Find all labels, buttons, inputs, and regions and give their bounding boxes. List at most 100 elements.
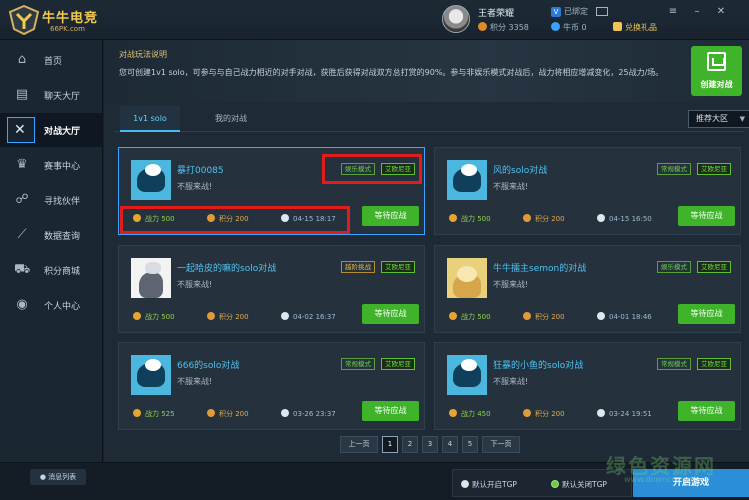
battle-time-value: 03-24 19:51 bbox=[609, 410, 652, 418]
power-icon bbox=[449, 409, 457, 417]
battle-time-value: 03-26 23:37 bbox=[293, 410, 336, 418]
battle-time: 03-26 23:37 bbox=[281, 409, 336, 418]
sidebar-item-label: 赛事中心 bbox=[44, 162, 81, 172]
score-icon bbox=[523, 312, 531, 320]
battle-title[interactable]: 一起哈皮的嘛的solo对战 bbox=[177, 261, 276, 274]
user-score-value: 积分 3358 bbox=[490, 23, 529, 32]
user-avatar[interactable] bbox=[442, 5, 470, 33]
sidebar-item-data[interactable]: ⟋ 数据查询 bbox=[0, 218, 102, 252]
tgp-on-radio[interactable]: 默认开启TGP bbox=[461, 479, 517, 490]
menu-icon[interactable]: ≡ bbox=[666, 5, 680, 19]
verified-icon: V bbox=[551, 7, 561, 17]
page-2-button[interactable]: 2 bbox=[402, 436, 418, 453]
minimize-icon[interactable]: – bbox=[690, 5, 704, 19]
score-icon bbox=[207, 409, 215, 417]
gift-link[interactable]: 兑换礼品 bbox=[613, 22, 657, 33]
wait-challenge-button[interactable]: 等待应战 bbox=[678, 401, 735, 421]
mode-badge: 常规模式 bbox=[657, 358, 691, 370]
bull-avatar bbox=[131, 160, 171, 200]
page-5-button[interactable]: 5 bbox=[462, 436, 478, 453]
next-page-button[interactable]: 下一页 bbox=[482, 436, 520, 453]
battle-title[interactable]: 666的solo对战 bbox=[177, 358, 239, 371]
mail-icon[interactable] bbox=[596, 7, 608, 16]
handshake-icon: ☍ bbox=[15, 192, 29, 207]
clock-icon bbox=[281, 312, 289, 320]
sidebar-item-label: 数据查询 bbox=[44, 232, 81, 242]
score-icon bbox=[523, 409, 531, 417]
mode-badge: 越阶挑战 bbox=[341, 261, 375, 273]
sidebar-item-home[interactable]: ⌂ 首页 bbox=[0, 43, 102, 77]
battle-card[interactable]: 牛牛擂主semon的对战 不服来战! 娱乐模式 艾欧尼亚 战力 500 积分 2… bbox=[434, 245, 741, 333]
sidebar-item-mall[interactable]: ⛟ 积分商城 bbox=[0, 253, 102, 287]
create-battle-button[interactable]: 创建对战 bbox=[691, 46, 742, 96]
trophy-icon: ♛ bbox=[16, 157, 28, 172]
battle-card[interactable]: 风的solo对战 不服来战! 常规模式 艾欧尼亚 战力 500 积分 200 0… bbox=[434, 147, 741, 235]
power-icon bbox=[133, 312, 141, 320]
logo-shield-icon bbox=[8, 5, 40, 35]
wait-challenge-button[interactable]: 等待应战 bbox=[678, 304, 735, 324]
close-icon[interactable]: ✕ bbox=[714, 5, 728, 19]
sidebar-item-partners[interactable]: ☍ 寻找伙伴 bbox=[0, 183, 102, 217]
logo-domain: 66PK.com bbox=[50, 25, 85, 33]
chart-icon: ⟋ bbox=[17, 227, 27, 242]
server-badge: 艾欧尼亚 bbox=[697, 261, 731, 273]
message-list-button[interactable]: ● 消息列表 bbox=[30, 469, 86, 485]
battle-card[interactable]: 狂暴的小鱼的solo对战 不服来战! 常规模式 艾欧尼亚 战力 450 积分 2… bbox=[434, 342, 741, 430]
sidebar-item-battle[interactable]: ✕ 对战大厅 bbox=[0, 113, 102, 147]
prev-page-button[interactable]: 上一页 bbox=[340, 436, 378, 453]
battle-power: 战力 500 bbox=[449, 312, 491, 322]
mode-badge: 常规模式 bbox=[657, 163, 691, 175]
sidebar-item-chat[interactable]: ▤ 聊天大厅 bbox=[0, 78, 102, 112]
tab-solo[interactable]: 1v1 solo bbox=[120, 106, 180, 132]
server-badge: 艾欧尼亚 bbox=[697, 163, 731, 175]
battle-title[interactable]: 风的solo对战 bbox=[493, 163, 547, 176]
player-avatar bbox=[447, 258, 487, 298]
cart-icon: ⛟ bbox=[14, 262, 31, 277]
watermark-url: www.downcc.com bbox=[624, 475, 696, 484]
logo-name: 牛牛电竞 bbox=[42, 11, 99, 26]
battle-desc: 不服来战! bbox=[177, 377, 213, 386]
chat-bubble-icon: ● bbox=[39, 473, 46, 481]
battle-power: 战力 500 bbox=[133, 312, 175, 322]
wait-challenge-button[interactable]: 等待应战 bbox=[678, 206, 735, 226]
battle-time-value: 04-01 18:46 bbox=[609, 313, 652, 321]
battle-desc: 不服来战! bbox=[177, 280, 213, 289]
battle-score-value: 积分 200 bbox=[219, 410, 249, 418]
bull-avatar bbox=[447, 160, 487, 200]
wait-challenge-button[interactable]: 等待应战 bbox=[362, 206, 419, 226]
sidebar-item-profile[interactable]: ◉ 个人中心 bbox=[0, 288, 102, 322]
battle-title[interactable]: 暴打00085 bbox=[177, 163, 224, 176]
battle-card[interactable]: 一起哈皮的嘛的solo对战 不服来战! 越阶挑战 艾欧尼亚 战力 500 积分 … bbox=[118, 245, 425, 333]
tgp-off-radio[interactable]: 默认关闭TGP bbox=[551, 479, 607, 490]
server-badge: 艾欧尼亚 bbox=[697, 358, 731, 370]
page-4-button[interactable]: 4 bbox=[442, 436, 458, 453]
battle-card[interactable]: 666的solo对战 不服来战! 常规模式 艾欧尼亚 战力 525 积分 200… bbox=[118, 342, 425, 430]
create-battle-label: 创建对战 bbox=[700, 80, 733, 89]
battle-score: 积分 200 bbox=[523, 409, 565, 419]
battle-score: 积分 200 bbox=[207, 409, 249, 419]
bull-avatar bbox=[131, 355, 171, 395]
region-select[interactable]: 推荐大区 ▼ bbox=[688, 110, 749, 128]
tgp-options: 默认开启TGP 默认关闭TGP bbox=[452, 469, 632, 497]
battle-title[interactable]: 狂暴的小鱼的solo对战 bbox=[493, 358, 583, 371]
tgp-on-label: 默认开启TGP bbox=[472, 480, 517, 489]
battle-power: 战力 450 bbox=[449, 409, 491, 419]
battle-time: 04-01 18:46 bbox=[597, 312, 652, 321]
app-logo: 牛牛电竞 66PK.com bbox=[6, 3, 136, 37]
battle-list-panel: 1v1 solo 我的对战 推荐大区 ▼ 暴打00085 不服来战! 娱乐模式 艾… bbox=[104, 102, 749, 462]
page-1-button[interactable]: 1 bbox=[382, 436, 398, 453]
wait-challenge-button[interactable]: 等待应战 bbox=[362, 401, 419, 421]
tab-my-battles[interactable]: 我的对战 bbox=[201, 106, 261, 132]
sidebar-item-events[interactable]: ♛ 赛事中心 bbox=[0, 148, 102, 182]
rules-header: 对战玩法说明 您可创建1v1 solo，可参与与自己战力相近的对手对战，获胜后获… bbox=[104, 40, 749, 102]
chat-icon: ▤ bbox=[15, 87, 29, 102]
server-badge: 艾欧尼亚 bbox=[381, 358, 415, 370]
gift-icon bbox=[613, 22, 622, 31]
battle-title[interactable]: 牛牛擂主semon的对战 bbox=[493, 261, 586, 274]
radio-icon bbox=[461, 480, 469, 488]
swords-icon: ✕ bbox=[7, 117, 35, 143]
user-icon: ◉ bbox=[16, 297, 28, 312]
sidebar: ⌂ 首页 ▤ 聊天大厅 ✕ 对战大厅 ♛ 赛事中心 ☍ 寻找伙伴 ⟋ 数据查询 … bbox=[0, 40, 103, 462]
page-3-button[interactable]: 3 bbox=[422, 436, 438, 453]
wait-challenge-button[interactable]: 等待应战 bbox=[362, 304, 419, 324]
